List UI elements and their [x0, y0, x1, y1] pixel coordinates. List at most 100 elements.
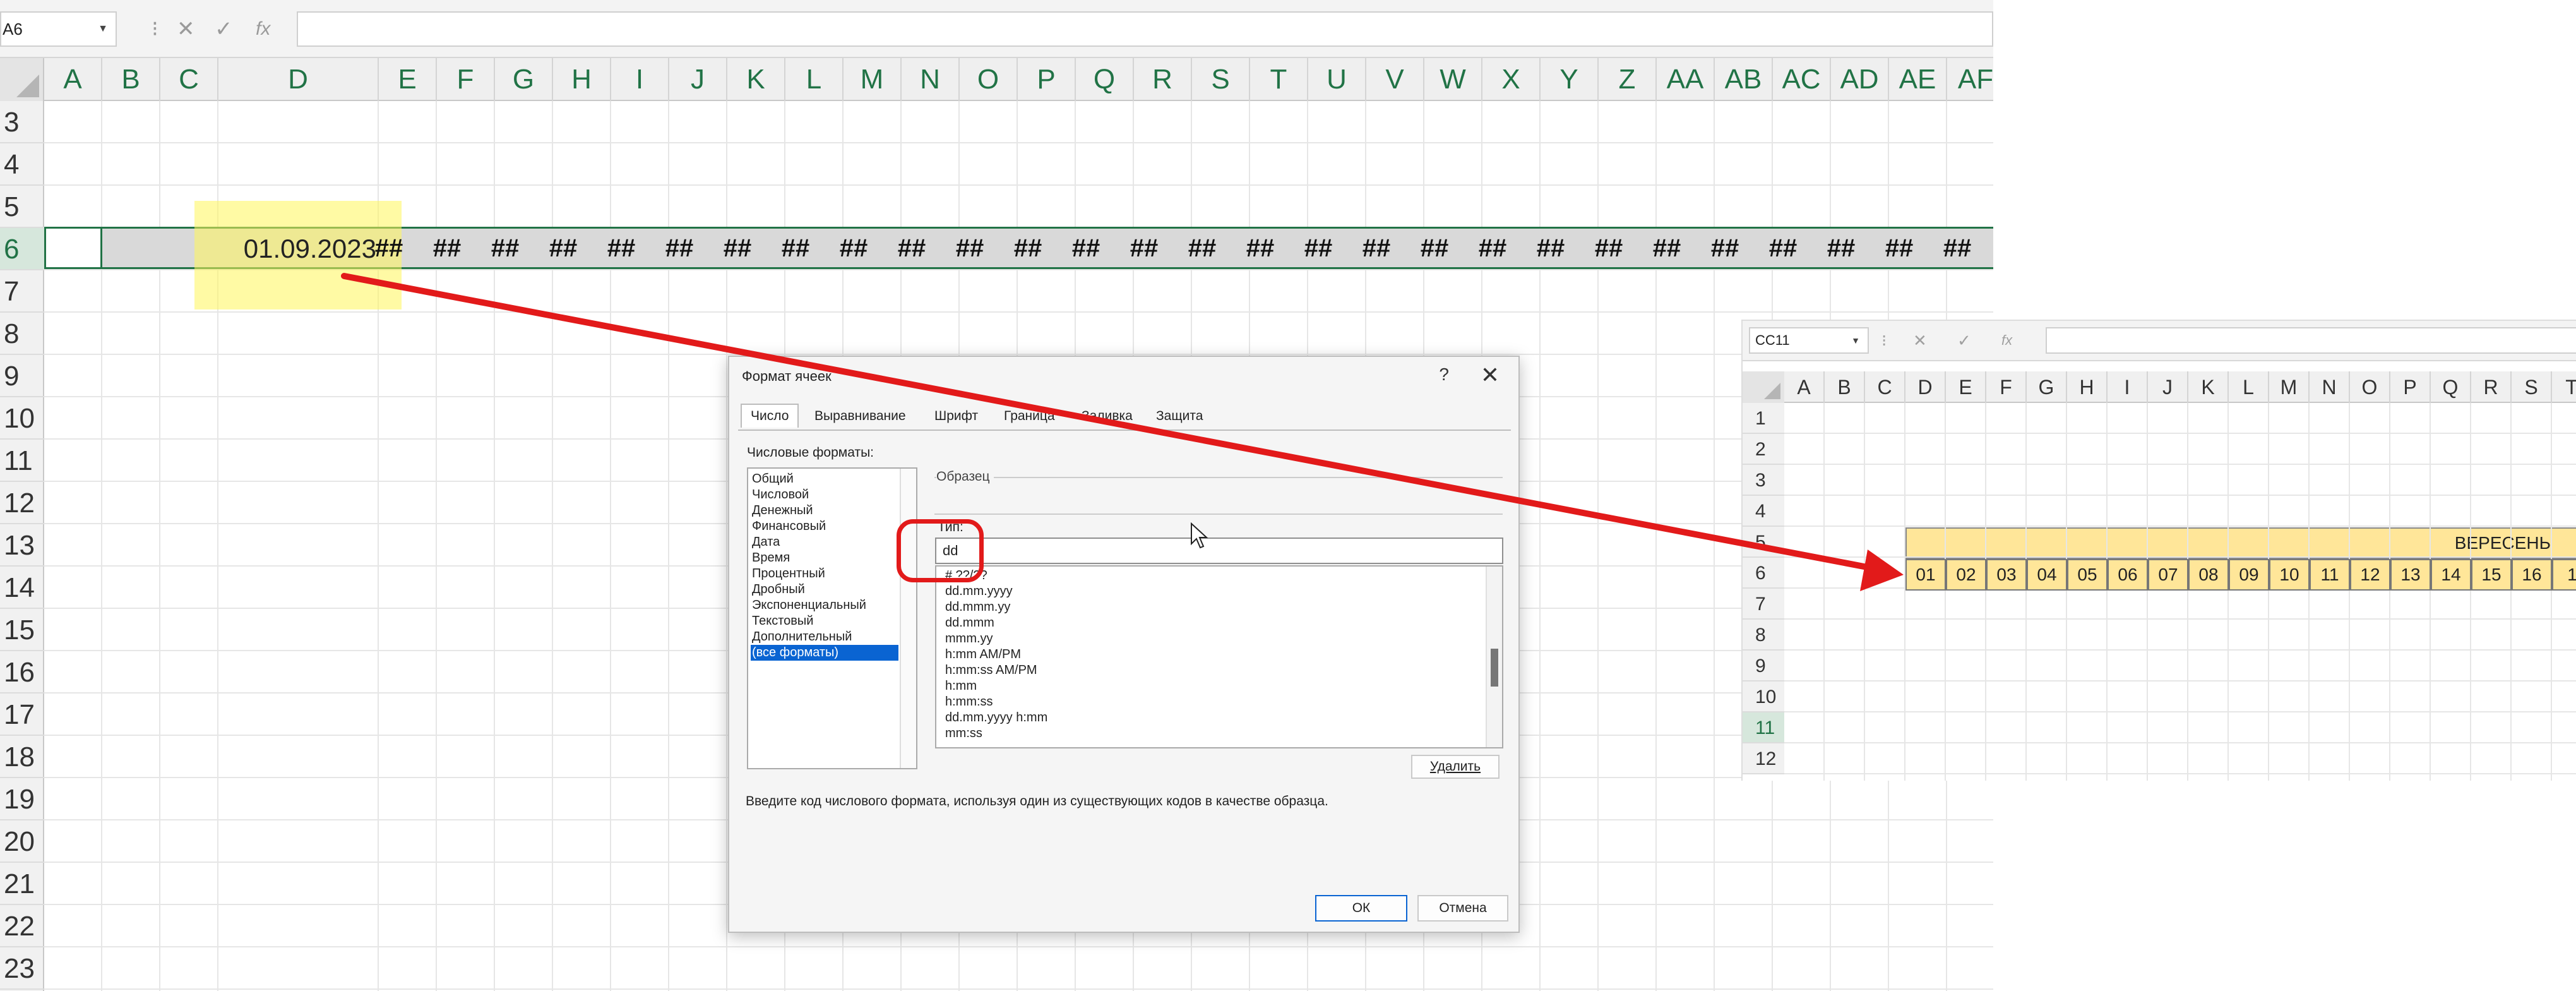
format-list-scrollbar[interactable]	[1486, 567, 1502, 747]
active-cell-a6[interactable]	[44, 227, 102, 269]
category-item[interactable]: Дробный	[751, 582, 898, 598]
inset-row-header-2[interactable]: 2	[1743, 434, 1784, 465]
column-header-ac[interactable]: AC	[1773, 58, 1831, 101]
row-header-4[interactable]: 4	[0, 143, 44, 186]
row-header-20[interactable]: 20	[0, 820, 44, 863]
inset-column-header-b[interactable]: B	[1825, 371, 1865, 403]
day-cell[interactable]: 08	[2188, 559, 2229, 591]
format-code-item[interactable]: h:mm AM/PM	[945, 647, 1021, 663]
category-item[interactable]: Денежный	[751, 503, 898, 519]
tab-protection[interactable]: Защита	[1156, 409, 1203, 424]
row-header-12[interactable]: 12	[0, 482, 44, 524]
row-header-16[interactable]: 16	[0, 651, 44, 694]
column-header-l[interactable]: L	[785, 58, 844, 101]
column-header-s[interactable]: S	[1192, 58, 1250, 101]
overflow-cell[interactable]: ##	[1522, 230, 1580, 267]
inset-row-header-10[interactable]: 10	[1743, 682, 1784, 712]
column-header-f[interactable]: F	[437, 58, 495, 101]
overflow-cell[interactable]: ##	[1231, 230, 1289, 267]
row-header-5[interactable]: 5	[0, 186, 44, 228]
chevron-down-icon[interactable]: ▼	[1851, 328, 1860, 352]
overflow-cell[interactable]: ##	[534, 230, 592, 267]
overflow-cell[interactable]: ##	[1812, 230, 1870, 267]
category-item[interactable]: Процентный	[751, 566, 898, 582]
column-header-ad[interactable]: AD	[1831, 58, 1889, 101]
inset-column-header-o[interactable]: O	[2350, 371, 2390, 403]
category-item[interactable]: Финансовый	[751, 519, 898, 534]
overflow-cell[interactable]: ##	[1289, 230, 1347, 267]
column-header-ae[interactable]: AE	[1889, 58, 1947, 101]
inset-row-header-1[interactable]: 1	[1743, 403, 1784, 434]
inset-row-header-9[interactable]: 9	[1743, 651, 1784, 682]
inset-row-header-12[interactable]: 12	[1743, 743, 1784, 774]
column-header-w[interactable]: W	[1424, 58, 1482, 101]
day-cell[interactable]: 10	[2269, 559, 2310, 591]
category-list[interactable]: Общий Числовой Денежный Финансовый Дата Время…	[747, 467, 917, 769]
inset-column-header-g[interactable]: G	[2027, 371, 2067, 403]
inset-column-header-l[interactable]: L	[2229, 371, 2269, 403]
column-header-k[interactable]: K	[727, 58, 785, 101]
format-code-item[interactable]: dd.mm.yyyy h:mm	[945, 710, 1047, 726]
row-header-21[interactable]: 21	[0, 863, 44, 905]
inset-row-header-11[interactable]: 11	[1743, 712, 1784, 743]
inset-column-header-i[interactable]: I	[2108, 371, 2148, 403]
format-code-item[interactable]: h:mm:ss AM/PM	[945, 663, 1037, 678]
column-header-q[interactable]: Q	[1076, 58, 1134, 101]
month-banner[interactable]: ВЕРЕСЕНЬ	[1905, 527, 2576, 559]
row-header-6[interactable]: 6	[0, 228, 44, 270]
column-header-aa[interactable]: AA	[1657, 58, 1715, 101]
overflow-cell[interactable]: ##	[1057, 230, 1115, 267]
inset-column-header-d[interactable]: D	[1905, 371, 1946, 403]
format-code-item[interactable]: dd.mmm	[945, 615, 994, 631]
inset-select-all-corner[interactable]	[1743, 371, 1784, 403]
format-code-item[interactable]: mm:ss	[945, 726, 982, 742]
row-header-13[interactable]: 13	[0, 524, 44, 567]
column-header-ab[interactable]: AB	[1715, 58, 1773, 101]
format-code-item[interactable]: h:mm	[945, 678, 977, 694]
insert-function-icon[interactable]: fx	[256, 11, 270, 47]
inset-column-header-f[interactable]: F	[1986, 371, 2027, 403]
overflow-cell[interactable]: ##	[418, 230, 476, 267]
inset-row-header-5[interactable]: 5	[1743, 527, 1784, 558]
inset-column-header-r[interactable]: R	[2471, 371, 2512, 403]
day-cell[interactable]: 05	[2067, 559, 2108, 591]
category-item[interactable]: Время	[751, 550, 898, 566]
day-cell[interactable]: 14	[2431, 559, 2471, 591]
day-cell[interactable]: 11	[2310, 559, 2350, 591]
inset-row-header-4[interactable]: 4	[1743, 496, 1784, 527]
overflow-cell[interactable]: ##	[1928, 230, 1986, 267]
format-code-item[interactable]: dd.mm.yyyy	[945, 584, 1013, 599]
row-header-15[interactable]: 15	[0, 609, 44, 651]
overflow-cell[interactable]: ##	[883, 230, 941, 267]
day-cell[interactable]: 16	[2512, 559, 2552, 591]
day-cell[interactable]: 01	[1905, 559, 1946, 591]
column-header-e[interactable]: E	[379, 58, 437, 101]
ok-button[interactable]: ОК	[1315, 895, 1407, 922]
row-header-10[interactable]: 10	[0, 397, 44, 440]
category-item[interactable]: Текстовый	[751, 613, 898, 629]
category-item[interactable]: (все форматы)	[751, 645, 898, 661]
column-header-t[interactable]: T	[1250, 58, 1308, 101]
inset-column-header-s[interactable]: S	[2512, 371, 2552, 403]
inset-column-header-h[interactable]: H	[2067, 371, 2108, 403]
format-code-item[interactable]: dd.mmm.yy	[945, 599, 1010, 615]
row-header-11[interactable]: 11	[0, 440, 44, 482]
column-header-m[interactable]: M	[844, 58, 902, 101]
cancel-icon[interactable]: ✕	[177, 11, 195, 47]
column-header-j[interactable]: J	[669, 58, 727, 101]
category-item[interactable]: Числовой	[751, 487, 898, 503]
column-header-g[interactable]: G	[495, 58, 553, 101]
column-header-r[interactable]: R	[1134, 58, 1192, 101]
inset-row-header-3[interactable]: 3	[1743, 465, 1784, 496]
overflow-cell[interactable]: ##	[825, 230, 883, 267]
category-item[interactable]: Дополнительный	[751, 629, 898, 645]
overflow-cell[interactable]: ##	[1115, 230, 1173, 267]
type-input[interactable]: dd	[935, 538, 1503, 564]
inset-column-header-p[interactable]: P	[2390, 371, 2431, 403]
cancel-button[interactable]: Отмена	[1417, 895, 1508, 922]
category-scrollbar[interactable]	[900, 469, 916, 768]
overflow-cell[interactable]: ##	[1580, 230, 1638, 267]
row-header-9[interactable]: 9	[0, 355, 44, 397]
cancel-icon[interactable]: ✕	[1913, 327, 1927, 354]
overflow-cell[interactable]: ##	[999, 230, 1057, 267]
